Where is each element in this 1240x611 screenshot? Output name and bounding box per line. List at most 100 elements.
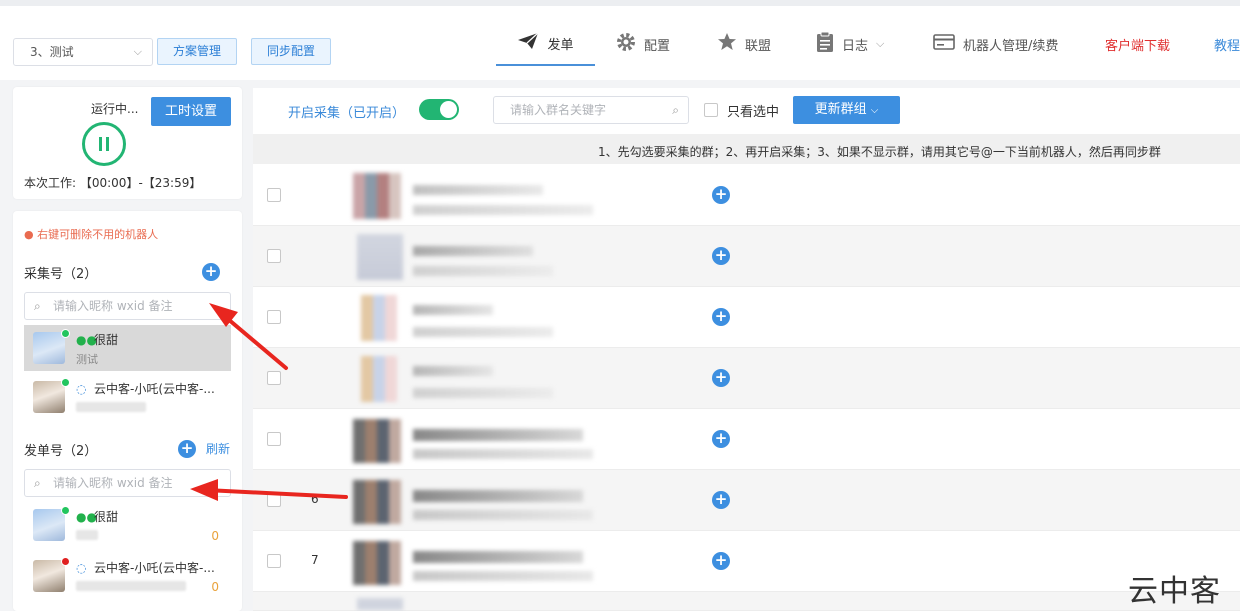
paper-plane-icon [517, 32, 539, 54]
only-selected-checkbox[interactable] [704, 103, 718, 117]
table-row[interactable]: + [253, 165, 1240, 226]
send-account-item[interactable]: ●● 很甜 0 [24, 502, 231, 548]
notice-text: 1、先勾选要采集的群；2、再开启采集；3、如果不显示群，请用其它号@一下当前机器… [598, 145, 1161, 159]
account-name: 云中客-小吒(云中客-... [94, 382, 215, 396]
add-group-button[interactable]: + [712, 308, 730, 326]
watermark: 云中客 [1128, 574, 1221, 609]
plan-select-value: 3、测试 [30, 45, 74, 59]
account-name: 很甜 [94, 510, 119, 524]
tab-log[interactable]: 日志 ⌵ [816, 22, 884, 66]
chat-bubble-icon: ◌ [76, 382, 87, 396]
row-checkbox[interactable] [267, 371, 281, 385]
accounts-card: ● 右键可删除不用的机器人 采集号（2） + ⌕ 请输入昵称 wxid 备注 ●… [13, 211, 242, 611]
online-status-dot [61, 378, 70, 387]
blurred-group-info [353, 476, 593, 526]
collect-search-input[interactable]: ⌕ 请输入昵称 wxid 备注 [24, 292, 231, 320]
row-checkbox[interactable] [267, 554, 281, 568]
online-status-dot [61, 506, 70, 515]
account-count: 0 [211, 580, 219, 594]
search-icon: ⌕ [672, 103, 679, 117]
search-icon: ⌕ [34, 299, 41, 313]
blurred-group-info [353, 537, 593, 587]
add-group-button[interactable]: + [712, 552, 730, 570]
search-icon: ⌕ [34, 476, 41, 490]
toggle-knob [440, 101, 457, 118]
tab-config[interactable]: 配置 [616, 22, 670, 66]
blurred-remark [76, 402, 146, 412]
add-group-button[interactable]: + [712, 491, 730, 509]
tab-send[interactable]: 发单 [496, 22, 595, 66]
status-card: 运行中... 工时设置 本次工作: 【00:00】-【23:59】 [13, 87, 242, 199]
table-row[interactable]: + [253, 287, 1240, 348]
header: 3、测试 ⌵ 方案管理 同步配置 发单 配置 联盟 日志 ⌵ 机器人管理/续费 … [0, 6, 1240, 80]
update-groups-label: 更新群组 [814, 102, 867, 117]
notice-bar: 1、先勾选要采集的群；2、再开启采集；3、如果不显示群，请用其它号@一下当前机器… [253, 134, 1240, 164]
tab-robot[interactable]: 机器人管理/续费 [933, 22, 1058, 66]
account-name: 很甜 [94, 333, 119, 347]
tab-robot-label: 机器人管理/续费 [963, 38, 1059, 54]
chevron-down-icon: ⌵ [133, 45, 142, 58]
account-count: 0 [211, 529, 219, 543]
group-search-input[interactable]: 请输入群名关键字 ⌕ [493, 96, 689, 124]
chat-bubble-icon: ◌ [76, 561, 87, 575]
avatar [33, 332, 65, 364]
blurred-group-info [353, 415, 593, 465]
row-checkbox[interactable] [267, 493, 281, 507]
chevron-down-icon: ⌵ [870, 105, 879, 116]
tab-alliance[interactable]: 联盟 [717, 22, 771, 66]
card-icon [933, 34, 955, 54]
table-row[interactable]: + [253, 348, 1240, 409]
account-remark: 测试 [76, 353, 98, 366]
collect-account-item[interactable]: ◌ 云中客-小吒(云中客-... [24, 374, 231, 420]
table-row[interactable]: + [253, 226, 1240, 287]
row-checkbox[interactable] [267, 249, 281, 263]
send-account-item[interactable]: ◌ 云中客-小吒(云中客-... 0 [24, 553, 231, 599]
blurred-group-info [353, 596, 593, 610]
blurred-remark [76, 530, 98, 540]
add-group-button[interactable]: + [712, 186, 730, 204]
only-selected-label: 只看选中 [727, 105, 780, 120]
online-status-dot [61, 329, 70, 338]
avatar [33, 509, 65, 541]
work-time-button[interactable]: 工时设置 [151, 97, 231, 126]
row-checkbox[interactable] [267, 188, 281, 202]
tab-alliance-label: 联盟 [745, 38, 772, 54]
sync-config-button[interactable]: 同步配置 [251, 38, 331, 65]
pause-icon[interactable] [82, 122, 126, 166]
row-checkbox[interactable] [267, 310, 281, 324]
send-search-input[interactable]: ⌕ 请输入昵称 wxid 备注 [24, 469, 231, 497]
add-group-button[interactable]: + [712, 369, 730, 387]
blurred-remark [76, 581, 186, 591]
blurred-group-info [353, 293, 593, 343]
add-send-account-button[interactable]: + [178, 440, 196, 458]
table-row[interactable]: 6 + [253, 470, 1240, 531]
blurred-group-info [353, 232, 593, 282]
send-search-placeholder: 请输入昵称 wxid 备注 [53, 476, 173, 490]
gear-icon [616, 32, 636, 56]
collect-account-item[interactable]: ●● 很甜 测试 [24, 325, 231, 371]
download-link[interactable]: 客户端下载 [1105, 22, 1170, 66]
add-group-button[interactable]: + [712, 247, 730, 265]
status-text: 运行中... [91, 102, 139, 116]
group-list-panel: 开启采集（已开启） 请输入群名关键字 ⌕ 只看选中 更新群组 ⌵ 1、先勾选要采… [253, 88, 1240, 611]
account-name: 云中客-小吒(云中客-... [94, 561, 215, 575]
row-checkbox[interactable] [267, 432, 281, 446]
clipboard-icon [816, 31, 834, 57]
table-row[interactable]: 7 + [253, 531, 1240, 592]
group-search-placeholder: 请输入群名关键字 [510, 103, 607, 117]
table-row[interactable]: + [253, 409, 1240, 470]
plan-manage-button[interactable]: 方案管理 [157, 38, 237, 65]
plan-select[interactable]: 3、测试 ⌵ [13, 38, 153, 66]
send-section-title: 发单号（2） [24, 444, 98, 459]
collect-search-placeholder: 请输入昵称 wxid 备注 [53, 299, 173, 313]
refresh-link[interactable]: 刷新 [206, 440, 230, 457]
delete-hint-text: 右键可删除不用的机器人 [37, 228, 159, 241]
add-group-button[interactable]: + [712, 430, 730, 448]
collect-toggle[interactable] [419, 99, 459, 120]
tab-config-label: 配置 [644, 38, 671, 54]
update-groups-button[interactable]: 更新群组 ⌵ [793, 96, 900, 124]
add-collect-account-button[interactable]: + [202, 263, 220, 281]
table-row[interactable] [253, 592, 1240, 611]
tutorial-link[interactable]: 教程 [1214, 22, 1240, 66]
collect-section-title: 采集号（2） [24, 267, 98, 282]
